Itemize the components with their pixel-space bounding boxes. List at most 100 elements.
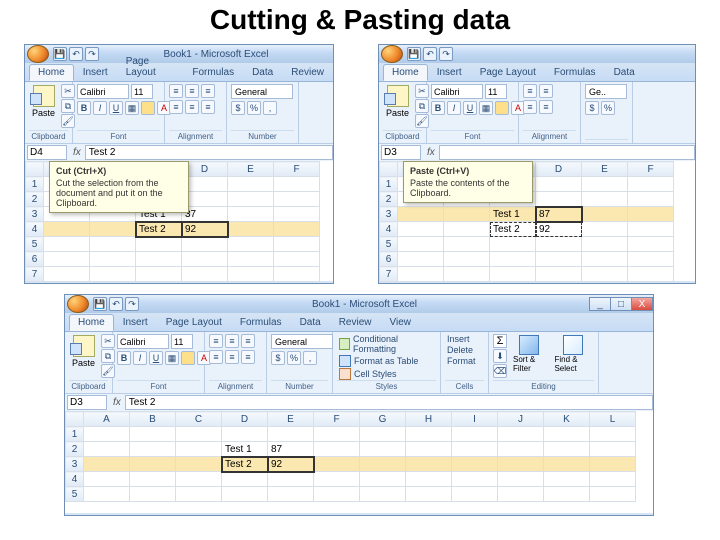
tab-insert[interactable]: Insert <box>428 64 471 81</box>
name-box[interactable]: D4 <box>27 145 67 160</box>
fill-down-icon[interactable]: ⬇ <box>493 349 507 363</box>
tab-insert[interactable]: Insert <box>74 64 117 81</box>
fx-icon[interactable]: fx <box>69 147 85 158</box>
tab-data[interactable]: Data <box>605 64 644 81</box>
undo-icon[interactable]: ↶ <box>423 47 437 61</box>
insert-cells-button[interactable]: Insert <box>445 334 472 344</box>
autosum-icon[interactable]: Σ <box>493 334 507 348</box>
cell-D2[interactable]: Test 1 <box>222 442 268 457</box>
undo-icon[interactable]: ↶ <box>109 297 123 311</box>
border-icon[interactable]: ▦ <box>479 101 493 115</box>
italic-button[interactable]: I <box>447 101 461 115</box>
cell-C3[interactable]: Test 1 <box>490 207 536 222</box>
align-left-icon[interactable]: ≡ <box>169 100 183 114</box>
tab-view[interactable]: View <box>380 314 420 331</box>
border-icon[interactable]: ▦ <box>125 101 139 115</box>
number-format-select[interactable]: General <box>271 334 333 349</box>
italic-button[interactable]: I <box>93 101 107 115</box>
align-bot-icon[interactable]: ≡ <box>241 334 255 348</box>
font-name-select[interactable]: Calibri <box>77 84 129 99</box>
office-button[interactable] <box>67 295 89 313</box>
align-mid-icon[interactable]: ≡ <box>225 334 239 348</box>
align-left-icon[interactable]: ≡ <box>209 350 223 364</box>
tab-home[interactable]: Home <box>29 64 74 81</box>
font-name-select[interactable]: Calibri <box>431 84 483 99</box>
conditional-formatting-button[interactable]: Conditional Formatting <box>337 334 436 354</box>
fill-icon[interactable] <box>141 101 155 115</box>
align-center-icon[interactable]: ≡ <box>185 100 199 114</box>
cell-E3[interactable]: 92 <box>268 457 314 472</box>
align-right-icon[interactable]: ≡ <box>241 350 255 364</box>
name-box[interactable]: D3 <box>67 395 107 410</box>
border-icon[interactable]: ▦ <box>165 351 179 365</box>
tab-review[interactable]: Review <box>330 314 381 331</box>
bold-button[interactable]: B <box>431 101 445 115</box>
format-cells-button[interactable]: Format <box>445 356 478 366</box>
currency-icon[interactable]: $ <box>231 101 245 115</box>
align-left-icon[interactable]: ≡ <box>523 100 537 114</box>
font-name-select[interactable]: Calibri <box>117 334 169 349</box>
cell-D4[interactable]: 92 <box>536 222 582 237</box>
percent-icon[interactable]: % <box>247 101 261 115</box>
format-as-table-button[interactable]: Format as Table <box>337 355 420 367</box>
cell-D3[interactable]: 87 <box>536 207 582 222</box>
maximize-button[interactable]: □ <box>610 297 632 311</box>
delete-cells-button[interactable]: Delete <box>445 345 475 355</box>
comma-icon[interactable]: , <box>303 351 317 365</box>
tab-data[interactable]: Data <box>291 314 330 331</box>
office-button[interactable] <box>381 45 403 63</box>
sort-filter-button[interactable]: Sort & Filter <box>510 334 548 374</box>
save-icon[interactable]: 💾 <box>407 47 421 61</box>
cell-styles-button[interactable]: Cell Styles <box>337 368 399 380</box>
redo-icon[interactable]: ↷ <box>85 47 99 61</box>
align-top-icon[interactable]: ≡ <box>209 334 223 348</box>
cell-E2[interactable]: 87 <box>268 442 314 457</box>
fill-icon[interactable] <box>181 351 195 365</box>
formula-input[interactable]: Test 2 <box>85 145 333 160</box>
align-mid-icon[interactable]: ≡ <box>539 84 553 98</box>
align-top-icon[interactable]: ≡ <box>523 84 537 98</box>
paste-button[interactable]: Paste <box>29 84 58 119</box>
underline-button[interactable]: U <box>109 101 123 115</box>
fill-icon[interactable] <box>495 101 509 115</box>
formula-input[interactable]: Test 2 <box>125 395 653 410</box>
underline-button[interactable]: U <box>463 101 477 115</box>
number-format-select[interactable]: Ge.. <box>585 84 627 99</box>
tab-formulas[interactable]: Formulas <box>545 64 605 81</box>
paste-button[interactable]: Paste <box>69 334 98 369</box>
align-mid-icon[interactable]: ≡ <box>185 84 199 98</box>
cell-D3[interactable]: Test 2 <box>222 457 268 472</box>
comma-icon[interactable]: , <box>263 101 277 115</box>
tab-pagelayout[interactable]: Page Layout <box>157 314 231 331</box>
save-icon[interactable]: 💾 <box>93 297 107 311</box>
tab-home[interactable]: Home <box>69 314 114 331</box>
tab-formulas[interactable]: Formulas <box>231 314 291 331</box>
find-select-button[interactable]: Find & Select <box>551 334 594 374</box>
tab-pagelayout[interactable]: Page Layout <box>471 64 545 81</box>
currency-icon[interactable]: $ <box>271 351 285 365</box>
percent-icon[interactable]: % <box>601 101 615 115</box>
minimize-button[interactable]: _ <box>589 297 611 311</box>
name-box[interactable]: D3 <box>381 145 421 160</box>
tab-formulas[interactable]: Formulas <box>183 64 243 81</box>
percent-icon[interactable]: % <box>287 351 301 365</box>
bold-button[interactable]: B <box>77 101 91 115</box>
cell-D4[interactable]: 92 <box>182 222 228 237</box>
save-icon[interactable]: 💾 <box>53 47 67 61</box>
fx-icon[interactable]: fx <box>109 397 125 408</box>
cell-C4[interactable]: Test 2 <box>490 222 536 237</box>
align-center-icon[interactable]: ≡ <box>539 100 553 114</box>
tab-review[interactable]: Review <box>282 64 333 81</box>
align-center-icon[interactable]: ≡ <box>225 350 239 364</box>
paste-button[interactable]: Paste <box>383 84 412 119</box>
bold-button[interactable]: B <box>117 351 131 365</box>
font-size-select[interactable]: 11 <box>485 84 507 99</box>
tab-insert[interactable]: Insert <box>114 314 157 331</box>
tab-pagelayout[interactable]: Page Layout <box>117 53 184 81</box>
align-top-icon[interactable]: ≡ <box>169 84 183 98</box>
align-bot-icon[interactable]: ≡ <box>201 84 215 98</box>
currency-icon[interactable]: $ <box>585 101 599 115</box>
office-button[interactable] <box>27 45 49 63</box>
worksheet-grid[interactable]: ABCDEFGHIJKL 1 2Test 187 3Test 292 4 5 <box>65 411 653 513</box>
number-format-select[interactable]: General <box>231 84 293 99</box>
